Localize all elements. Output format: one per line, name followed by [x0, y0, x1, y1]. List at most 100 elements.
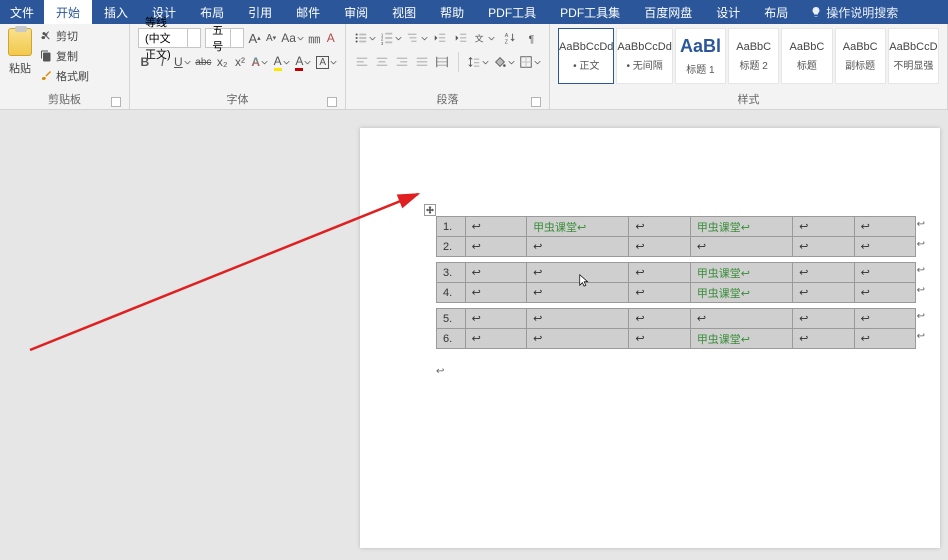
table-cell[interactable]: 甲虫课堂↩ — [690, 283, 792, 303]
table-cell[interactable]: ↩↩ — [854, 329, 915, 349]
table-cell[interactable]: ↩↩ — [854, 263, 915, 283]
table-cell[interactable]: ↩ — [629, 309, 690, 329]
clear-format-button[interactable]: A — [324, 28, 337, 48]
word-table[interactable]: 1.↩甲虫课堂↩↩甲虫课堂↩↩↩↩2.↩↩↩↩↩↩↩3.↩↩↩甲虫课堂↩↩↩↩4… — [436, 216, 916, 349]
bullets-button[interactable] — [354, 28, 376, 48]
shrink-font-button[interactable]: A▾ — [265, 28, 278, 48]
tab-file[interactable]: 文件 — [0, 4, 44, 21]
line-spacing-button[interactable] — [467, 52, 489, 72]
shading-button[interactable] — [493, 52, 515, 72]
table-cell[interactable]: ↩ — [629, 329, 690, 349]
borders-button[interactable] — [519, 52, 541, 72]
highlight-button[interactable]: A — [273, 52, 291, 72]
style-card-2[interactable]: AaBl标题 1 — [675, 28, 726, 84]
table-cell[interactable]: ↩ — [465, 309, 526, 329]
table-cell[interactable]: ↩ — [465, 263, 526, 283]
table-cell[interactable]: ↩ — [465, 237, 526, 257]
table-cell[interactable]: 5. — [437, 309, 466, 329]
table-cell[interactable]: ↩ — [629, 263, 690, 283]
table-cell[interactable]: 2. — [437, 237, 466, 257]
table-cell[interactable]: ↩ — [690, 237, 792, 257]
tab-help[interactable]: 帮助 — [428, 0, 476, 24]
tab-layout[interactable]: 布局 — [188, 0, 236, 24]
numbering-button[interactable]: 123 — [380, 28, 402, 48]
document-area[interactable]: 1.↩甲虫课堂↩↩甲虫课堂↩↩↩↩2.↩↩↩↩↩↩↩3.↩↩↩甲虫课堂↩↩↩↩4… — [0, 110, 948, 560]
page[interactable]: 1.↩甲虫课堂↩↩甲虫课堂↩↩↩↩2.↩↩↩↩↩↩↩3.↩↩↩甲虫课堂↩↩↩↩4… — [360, 128, 940, 548]
asian-layout-button[interactable]: 文 — [473, 28, 495, 48]
decrease-indent-button[interactable] — [432, 28, 449, 48]
table-row[interactable]: 1.↩甲虫课堂↩↩甲虫课堂↩↩↩↩ — [437, 217, 916, 237]
font-color-button[interactable]: A — [294, 52, 312, 72]
align-right-button[interactable] — [394, 52, 410, 72]
underline-button[interactable]: U — [173, 52, 191, 72]
table-row[interactable]: 2.↩↩↩↩↩↩↩ — [437, 237, 916, 257]
distribute-button[interactable] — [434, 52, 450, 72]
table-cell[interactable]: ↩ — [793, 283, 854, 303]
font-launcher[interactable] — [327, 97, 337, 107]
table-cell[interactable]: ↩ — [629, 217, 690, 237]
table-cell[interactable]: 6. — [437, 329, 466, 349]
tell-me-search[interactable]: 操作说明搜索 — [800, 4, 908, 21]
format-painter-button[interactable]: 格式刷 — [40, 68, 89, 84]
tab-references[interactable]: 引用 — [236, 0, 284, 24]
tab-design-context[interactable]: 设计 — [704, 0, 752, 24]
increase-indent-button[interactable] — [453, 28, 470, 48]
table-row[interactable]: 6.↩↩↩甲虫课堂↩↩↩↩ — [437, 329, 916, 349]
paste-button[interactable]: 粘贴 — [9, 58, 31, 78]
table-row[interactable]: 5.↩↩↩↩↩↩↩ — [437, 309, 916, 329]
table-cell[interactable]: 3. — [437, 263, 466, 283]
table-row[interactable]: 3.↩↩↩甲虫课堂↩↩↩↩ — [437, 263, 916, 283]
superscript-button[interactable]: x² — [233, 52, 247, 72]
tab-insert[interactable]: 插入 — [92, 0, 140, 24]
justify-button[interactable] — [414, 52, 430, 72]
table-cell[interactable]: ↩ — [793, 237, 854, 257]
table-cell[interactable]: 甲虫课堂↩ — [527, 217, 629, 237]
char-border-button[interactable]: A — [316, 52, 337, 72]
table-cell[interactable]: ↩↩ — [854, 283, 915, 303]
tab-pdf-toolset[interactable]: PDF工具集 — [548, 0, 632, 24]
table-cell[interactable]: 1. — [437, 217, 466, 237]
table-cell[interactable]: 甲虫课堂↩ — [690, 263, 792, 283]
table-cell[interactable]: ↩ — [690, 309, 792, 329]
tab-view[interactable]: 视图 — [380, 0, 428, 24]
tab-mailings[interactable]: 邮件 — [284, 0, 332, 24]
table-cell[interactable]: 甲虫课堂↩ — [690, 329, 792, 349]
tab-baidu[interactable]: 百度网盘 — [632, 0, 704, 24]
sort-button[interactable]: AZ — [499, 28, 520, 48]
align-left-button[interactable] — [354, 52, 370, 72]
bold-button[interactable]: B — [138, 52, 152, 72]
table-cell[interactable]: ↩ — [629, 283, 690, 303]
table-cell[interactable]: 4. — [437, 283, 466, 303]
table-cell[interactable]: ↩ — [465, 283, 526, 303]
table-cell[interactable]: ↩ — [793, 263, 854, 283]
text-effects-button[interactable]: A — [251, 52, 269, 72]
style-card-0[interactable]: AaBbCcDd• 正文 — [558, 28, 614, 84]
table-cell[interactable]: ↩ — [793, 309, 854, 329]
font-size-combo[interactable]: 五号 — [205, 28, 244, 48]
tab-home[interactable]: 开始 — [44, 0, 92, 24]
grow-font-button[interactable]: A▴ — [248, 28, 261, 48]
phonetic-guide-button[interactable]: ㎜ — [308, 28, 321, 48]
table-cell[interactable]: 甲虫课堂↩ — [690, 217, 792, 237]
subscript-button[interactable]: x₂ — [215, 52, 229, 72]
table-cell[interactable]: ↩ — [629, 237, 690, 257]
table-cell[interactable]: ↩↩ — [854, 217, 915, 237]
italic-button[interactable]: I — [156, 52, 170, 72]
style-card-6[interactable]: AaBbCcD不明显强 — [888, 28, 939, 84]
multilevel-button[interactable] — [406, 28, 428, 48]
cut-button[interactable]: 剪切 — [40, 28, 89, 44]
style-card-3[interactable]: AaBbC标题 2 — [728, 28, 779, 84]
paragraph-launcher[interactable] — [531, 97, 541, 107]
table-cell[interactable]: ↩ — [465, 217, 526, 237]
font-name-combo[interactable]: 等线 (中文正文) — [138, 28, 201, 48]
table-cell[interactable]: ↩↩ — [854, 237, 915, 257]
table-row[interactable]: 4.↩↩↩甲虫课堂↩↩↩↩ — [437, 283, 916, 303]
tab-layout-context[interactable]: 布局 — [752, 0, 800, 24]
table-cell[interactable]: ↩↩ — [854, 309, 915, 329]
table-cell[interactable]: ↩ — [793, 217, 854, 237]
table-cell[interactable]: ↩ — [465, 329, 526, 349]
show-marks-button[interactable]: ¶ — [525, 28, 542, 48]
table-cell[interactable]: ↩ — [527, 309, 629, 329]
table-move-handle[interactable] — [424, 204, 436, 216]
style-card-5[interactable]: AaBbC副标题 — [835, 28, 886, 84]
